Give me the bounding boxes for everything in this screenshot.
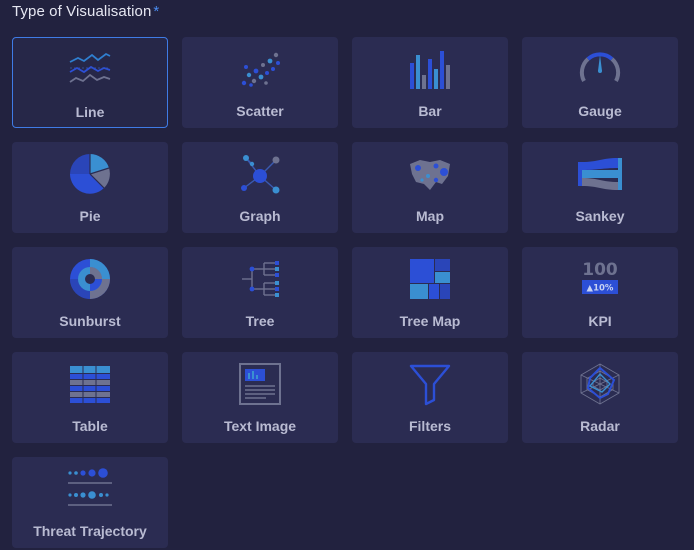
vis-option-label: Tree (245, 313, 275, 329)
required-marker: * (153, 3, 160, 20)
threat-trajectory-icon (66, 465, 114, 513)
vis-option-label: Filters (408, 418, 451, 434)
visualisation-type-picker: Type of Visualisation * Line Scatter Bar… (0, 0, 694, 550)
vis-option-label: Pie (79, 208, 101, 224)
field-label: Type of Visualisation * (12, 3, 159, 20)
vis-option-text-image[interactable]: Text Image (182, 352, 338, 443)
vis-option-radar[interactable]: Radar (522, 352, 678, 443)
vis-option-label: Sankey (575, 208, 625, 224)
vis-option-table[interactable]: Table (12, 352, 168, 443)
vis-option-map[interactable]: Map (352, 142, 508, 233)
vis-option-label: KPI (588, 313, 612, 329)
vis-option-label: Bar (418, 103, 442, 119)
vis-option-tree-map[interactable]: Tree Map (352, 247, 508, 338)
vis-option-label: Map (416, 208, 444, 224)
vis-option-sunburst[interactable]: Sunburst (12, 247, 168, 338)
vis-option-line[interactable]: Line (12, 37, 168, 128)
radar-chart-icon (576, 360, 624, 408)
vis-option-filters[interactable]: Filters (352, 352, 508, 443)
vis-option-scatter[interactable]: Scatter (182, 37, 338, 128)
vis-option-label: Threat Trajectory (33, 523, 147, 539)
vis-option-gauge[interactable]: Gauge (522, 37, 678, 128)
line-chart-icon (66, 46, 114, 94)
vis-option-label: Gauge (578, 103, 622, 119)
treemap-icon (406, 255, 454, 303)
kpi-icon-value: 100 (582, 260, 618, 280)
text-image-icon (236, 360, 284, 408)
bar-chart-icon (406, 45, 454, 93)
vis-option-bar[interactable]: Bar (352, 37, 508, 128)
vis-option-label: Scatter (236, 103, 284, 119)
kpi-icon-delta: ▲10% (587, 284, 614, 294)
sunburst-icon (66, 255, 114, 303)
sankey-icon (576, 150, 624, 198)
vis-option-label: Text Image (223, 418, 297, 434)
vis-option-label: Table (72, 418, 108, 434)
field-label-text: Type of Visualisation (12, 3, 152, 20)
vis-option-label: Sunburst (59, 313, 121, 329)
map-icon (406, 150, 454, 198)
pie-chart-icon (66, 150, 114, 198)
vis-option-kpi[interactable]: 100 ▲10% KPI (522, 247, 678, 338)
tree-icon (236, 255, 284, 303)
graph-network-icon (236, 150, 284, 198)
scatter-chart-icon (236, 45, 284, 93)
vis-option-label: Graph (239, 208, 281, 224)
vis-option-label: Radar (580, 418, 620, 434)
vis-option-sankey[interactable]: Sankey (522, 142, 678, 233)
gauge-icon (576, 45, 624, 93)
table-icon (66, 360, 114, 408)
vis-option-label: Tree Map (399, 313, 461, 329)
vis-option-tree[interactable]: Tree (182, 247, 338, 338)
kpi-icon: 100 ▲10% (576, 255, 624, 303)
vis-option-graph[interactable]: Graph (182, 142, 338, 233)
vis-option-pie[interactable]: Pie (12, 142, 168, 233)
filter-funnel-icon (406, 360, 454, 408)
vis-option-threat-trajectory[interactable]: Threat Trajectory (12, 457, 168, 548)
vis-option-label: Line (75, 104, 105, 120)
